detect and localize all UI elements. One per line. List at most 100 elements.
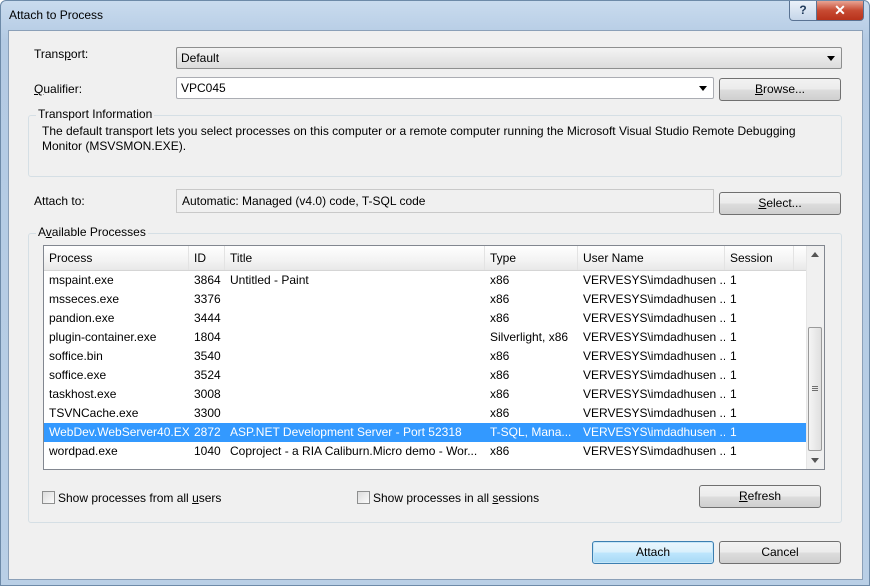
show-all-users-label[interactable]: Show processes from all users: [58, 491, 221, 505]
scrollbar-thumb[interactable]: [808, 327, 822, 451]
cell-process: pandion.exe: [49, 311, 115, 325]
attach-to-label: Attach to:: [34, 194, 85, 208]
cell-process: WebDev.WebServer40.EXE: [49, 425, 189, 439]
cell-type: x86: [490, 387, 510, 401]
table-row[interactable]: mspaint.exe 3864 Untitled - Paint x86 VERVES…: [44, 271, 806, 290]
cell-title: Coproject - a RIA Caliburn.Micro demo - …: [230, 444, 478, 458]
column-header-title[interactable]: Title: [225, 246, 485, 270]
cell-process: soffice.exe: [49, 368, 107, 382]
cell-type: x86: [490, 292, 510, 306]
cell-session: 1: [730, 273, 737, 287]
column-header-id[interactable]: ID: [189, 246, 225, 270]
cell-id: 1804: [194, 330, 221, 344]
cell-process: wordpad.exe: [49, 444, 118, 458]
column-header-session[interactable]: Session: [725, 246, 794, 270]
dialog-client-area: Transport: Default Qualifier: VPC045 Bro…: [8, 30, 863, 580]
table-row[interactable]: pandion.exe 3444 x86 VERVESYS\imdadhusen ..…: [44, 309, 806, 328]
transport-value: Default: [181, 51, 220, 65]
cell-session: 1: [730, 444, 737, 458]
cell-user-name: VERVESYS\imdadhusen ...: [583, 444, 725, 458]
scroll-up-arrow-icon[interactable]: [811, 252, 819, 257]
select-button[interactable]: Select...: [719, 192, 841, 215]
scroll-down-arrow-icon[interactable]: [811, 458, 819, 463]
cell-user-name: VERVESYS\imdadhusen ...: [583, 425, 725, 439]
cell-id: 3376: [194, 292, 221, 306]
cancel-button[interactable]: Cancel: [719, 541, 841, 564]
cell-type: x86: [490, 406, 510, 420]
refresh-button[interactable]: Refresh: [699, 485, 821, 508]
cell-title: Untitled - Paint: [230, 273, 309, 287]
transport-combobox[interactable]: Default: [176, 47, 842, 69]
cell-user-name: VERVESYS\imdadhusen ...: [583, 349, 725, 363]
show-all-sessions-checkbox[interactable]: [357, 491, 370, 504]
cell-user-name: VERVESYS\imdadhusen ...: [583, 368, 725, 382]
cell-session: 1: [730, 387, 737, 401]
show-all-sessions-label[interactable]: Show processes in all sessions: [373, 491, 539, 505]
cell-title: [225, 404, 485, 423]
cell-id: 3524: [194, 368, 221, 382]
transport-info-line2: Monitor (MSVSMON.EXE).: [42, 139, 187, 153]
cell-session: 1: [730, 406, 737, 420]
cell-title: [225, 347, 485, 366]
table-row[interactable]: WebDev.WebServer40.EXE 2872 ASP.NET Develo…: [44, 423, 806, 442]
attach-button[interactable]: Attach: [592, 541, 714, 564]
title-bar[interactable]: Attach to Process ? ✕: [1, 1, 869, 29]
table-row[interactable]: soffice.bin 3540 x86 VERVESYS\imdadhusen ..…: [44, 347, 806, 366]
table-row[interactable]: wordpad.exe 1040 Coproject - a RIA Calibur…: [44, 442, 806, 461]
cell-id: 2872: [194, 425, 221, 439]
column-header-user-name[interactable]: User Name: [578, 246, 725, 270]
cell-user-name: VERVESYS\imdadhusen ...: [583, 292, 725, 306]
attach-to-field: Automatic: Managed (v4.0) code, T-SQL co…: [176, 189, 714, 213]
transport-label: Transport:: [34, 47, 89, 61]
cell-process: taskhost.exe: [49, 387, 117, 401]
attach-to-value: Automatic: Managed (v4.0) code, T-SQL co…: [182, 194, 426, 208]
cell-id: 3444: [194, 311, 221, 325]
table-row[interactable]: msseces.exe 3376 x86 VERVESYS\imdadhusen ..…: [44, 290, 806, 309]
column-header-process[interactable]: Process: [44, 246, 189, 270]
available-processes-title: Available Processes: [36, 225, 148, 239]
transport-info-line1: The default transport lets you select pr…: [42, 124, 796, 138]
cell-process: soffice.bin: [49, 349, 103, 363]
cell-id: 3300: [194, 406, 221, 420]
vertical-scrollbar[interactable]: [806, 246, 824, 469]
cell-type: Silverlight, x86: [490, 330, 569, 344]
table-row[interactable]: TSVNCache.exe 3300 x86 VERVESYS\imdadhusen …: [44, 404, 806, 423]
cell-session: 1: [730, 330, 737, 344]
cell-user-name: VERVESYS\imdadhusen ...: [583, 311, 725, 325]
cell-title: ASP.NET Development Server - Port 52318: [230, 425, 462, 439]
cell-session: 1: [730, 368, 737, 382]
table-row[interactable]: plugin-container.exe 1804 Silverlight, x86…: [44, 328, 806, 347]
process-list-header: Process ID Title Type User Name Session: [44, 246, 824, 271]
table-row[interactable]: soffice.exe 3524 x86 VERVESYS\imdadhusen ..…: [44, 366, 806, 385]
column-header-type[interactable]: Type: [485, 246, 578, 270]
cell-session: 1: [730, 349, 737, 363]
cell-user-name: VERVESYS\imdadhusen ...: [583, 406, 725, 420]
cell-type: x86: [490, 273, 510, 287]
qualifier-label: Qualifier:: [34, 82, 83, 96]
cell-title: [225, 328, 485, 347]
transport-info-title: Transport Information: [36, 107, 155, 121]
cell-process: mspaint.exe: [49, 273, 114, 287]
attach-dialog-window: Attach to Process ? ✕ Transport: Default…: [0, 0, 870, 586]
cell-user-name: VERVESYS\imdadhusen ...: [583, 387, 725, 401]
close-button[interactable]: ✕: [816, 1, 864, 21]
cell-process: plugin-container.exe: [49, 330, 157, 344]
qualifier-value: VPC045: [181, 81, 226, 95]
table-row[interactable]: taskhost.exe 3008 x86 VERVESYS\imdadhusen .…: [44, 385, 806, 404]
help-button[interactable]: ?: [789, 1, 817, 21]
cell-type: x86: [490, 444, 510, 458]
cell-session: 1: [730, 292, 737, 306]
qualifier-combobox[interactable]: VPC045: [176, 77, 714, 99]
chevron-down-icon: [827, 56, 835, 61]
cell-title: [225, 309, 485, 328]
cell-process: msseces.exe: [49, 292, 120, 306]
window-title: Attach to Process: [9, 8, 104, 22]
cell-process: TSVNCache.exe: [49, 406, 139, 420]
browse-button[interactable]: Browse...: [719, 78, 841, 101]
show-all-users-checkbox[interactable]: [42, 491, 55, 504]
process-list[interactable]: Process ID Title Type User Name Session …: [43, 245, 825, 470]
cell-title: [225, 385, 485, 404]
chevron-down-icon: [699, 86, 707, 91]
cell-type: x86: [490, 368, 510, 382]
cell-user-name: VERVESYS\imdadhusen ...: [583, 273, 725, 287]
